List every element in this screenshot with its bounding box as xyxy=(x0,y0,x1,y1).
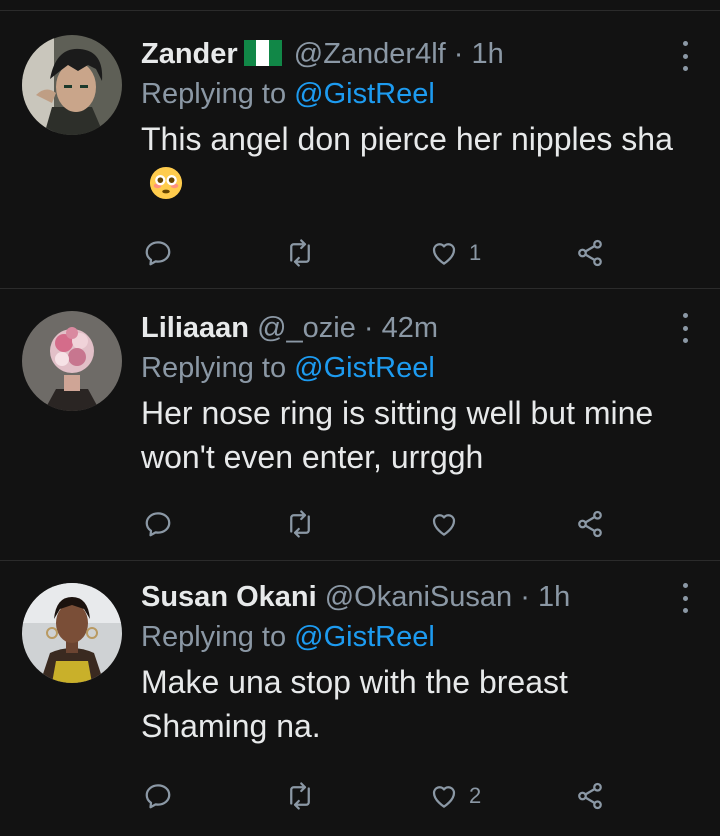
avatar[interactable] xyxy=(22,35,122,135)
tweet-text: Make una stop with the breast Shaming na… xyxy=(141,664,568,744)
tweet-text: This angel don pierce her nipples sha xyxy=(141,117,680,205)
like-button[interactable]: 2 xyxy=(429,778,481,814)
replying-to-mention[interactable]: @GistReel xyxy=(294,352,435,384)
share-icon xyxy=(578,782,602,810)
replying-to-label: Replying to xyxy=(141,352,287,384)
user-handle[interactable]: @Zander4lf xyxy=(294,38,446,70)
reply-button[interactable] xyxy=(143,235,173,271)
timestamp[interactable]: 1h xyxy=(472,38,504,70)
avatar-image xyxy=(22,583,122,683)
replying-to-line: Replying to @GistReel xyxy=(141,73,680,115)
tweet-header: Susan Okani @OkaniSusan · 1h xyxy=(141,578,680,616)
share-button[interactable] xyxy=(575,506,605,542)
tweet-text-body: This angel don pierce her nipples sha xyxy=(141,121,673,157)
user-handle[interactable]: @_ozie xyxy=(257,312,356,344)
retweet-button[interactable] xyxy=(285,235,315,271)
tweet-zander[interactable]: Zander @Zander4lf · 1h Replying to @Gist… xyxy=(0,11,720,288)
heart-icon xyxy=(432,243,456,265)
share-button[interactable] xyxy=(575,235,605,271)
display-name[interactable]: Susan Okani xyxy=(141,581,317,613)
replying-to-mention[interactable]: @GistReel xyxy=(294,78,435,110)
display-name[interactable]: Zander xyxy=(141,38,238,70)
avatar[interactable] xyxy=(22,583,122,683)
tweet-actions: 1 xyxy=(141,235,621,271)
more-options-button[interactable] xyxy=(680,41,690,71)
retweet-button[interactable] xyxy=(285,506,315,542)
replying-to-mention[interactable]: @GistReel xyxy=(294,621,435,653)
reply-feed: Zander @Zander4lf · 1h Replying to @Gist… xyxy=(0,0,720,836)
avatar-image xyxy=(22,311,122,411)
share-icon xyxy=(578,239,602,267)
reply-button[interactable] xyxy=(143,778,173,814)
more-options-button[interactable] xyxy=(680,583,690,613)
tweet-actions: 2 xyxy=(141,778,621,814)
retweet-button[interactable] xyxy=(285,778,315,814)
tweet-header: Zander @Zander4lf · 1h xyxy=(141,35,680,73)
reply-icon xyxy=(145,784,171,809)
heart-icon xyxy=(432,786,456,808)
reply-icon xyxy=(145,512,171,537)
like-button[interactable] xyxy=(429,506,459,542)
share-button[interactable] xyxy=(575,778,605,814)
replying-to-label: Replying to xyxy=(141,621,287,653)
tweet-text: Her nose ring is sitting well but mine w… xyxy=(141,395,654,475)
replying-to-label: Replying to xyxy=(141,78,287,110)
nigeria-flag-icon xyxy=(243,38,282,66)
retweet-icon xyxy=(290,510,310,538)
heart-icon xyxy=(432,514,456,536)
like-count: 1 xyxy=(469,240,482,265)
reply-icon xyxy=(145,241,171,266)
like-count: 2 xyxy=(469,783,482,808)
avatar-image xyxy=(22,35,122,135)
separator-dot: · xyxy=(520,581,530,613)
tweet-actions xyxy=(141,506,621,542)
timestamp[interactable]: 1h xyxy=(538,581,570,613)
tweet-liliaaan[interactable]: Liliaaan @_ozie · 42m Replying to @GistR… xyxy=(0,289,720,560)
tweet-susan-okani[interactable]: Susan Okani @OkaniSusan · 1h Replying to… xyxy=(0,561,720,836)
tweet-header: Liliaaan @_ozie · 42m xyxy=(141,309,680,347)
replying-to-line: Replying to @GistReel xyxy=(141,616,680,658)
like-button[interactable]: 1 xyxy=(429,235,481,271)
avatar[interactable] xyxy=(22,311,122,411)
user-handle[interactable]: @OkaniSusan xyxy=(325,581,512,613)
timestamp[interactable]: 42m xyxy=(382,312,438,344)
flushed-face-emoji xyxy=(149,166,183,200)
separator-dot: · xyxy=(363,312,374,344)
replying-to-line: Replying to @GistReel xyxy=(141,347,680,389)
display-name[interactable]: Liliaaan xyxy=(141,312,249,344)
retweet-icon xyxy=(290,782,310,810)
share-icon xyxy=(578,510,602,538)
more-options-button[interactable] xyxy=(680,313,690,343)
retweet-icon xyxy=(290,239,310,267)
separator-dot: · xyxy=(453,38,464,70)
reply-button[interactable] xyxy=(143,506,173,542)
